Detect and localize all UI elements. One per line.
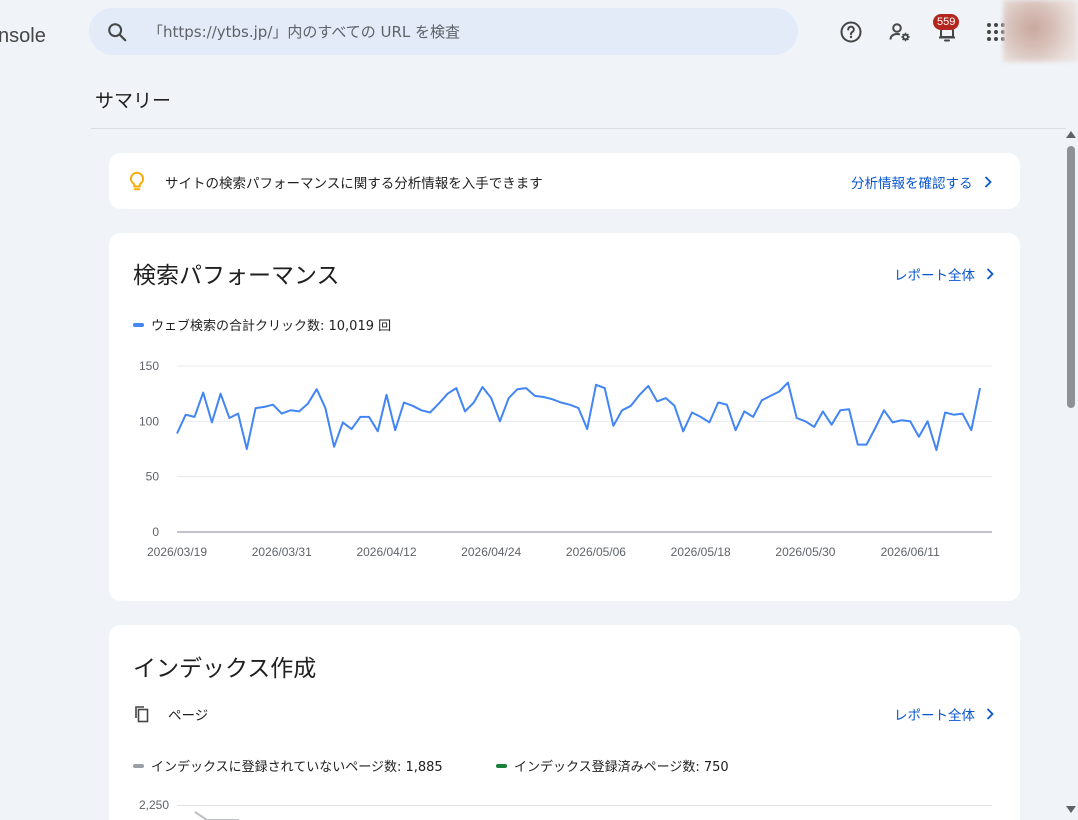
indexed-legend-label[interactable]: インデックス登録済みページ数: 750 [514, 756, 729, 775]
manage-users-icon[interactable] [888, 20, 912, 44]
indexing-card: インデックス作成 ページ レポート全体 インデックスに登録されていないページ数:… [109, 625, 1020, 820]
pages-subheading: ページ [133, 704, 208, 724]
performance-full-report-label[interactable]: レポート全体 [894, 264, 975, 284]
lightbulb-icon [130, 171, 144, 191]
y-tick-label: 0 [152, 525, 159, 539]
chevron-right-icon[interactable] [983, 707, 997, 721]
header-divider [91, 128, 1066, 129]
performance-card-title: 検索パフォーマンス [133, 263, 340, 289]
scroll-down-arrow-icon[interactable] [1066, 806, 1076, 813]
search-input[interactable] [148, 22, 748, 41]
page-title: サマリー [95, 90, 172, 112]
search-performance-card: 検索パフォーマンス レポート全体 ウェブ検索の合計クリック数: 10,019 回… [109, 233, 1020, 601]
view-insights-link[interactable]: 分析情報を確認する [851, 172, 995, 192]
x-tick-label: 2026/05/06 [566, 545, 626, 559]
x-tick-label: 2026/03/19 [147, 545, 207, 559]
help-icon[interactable] [839, 20, 863, 44]
indexing-line-chart: 2,250 [139, 798, 992, 820]
notification-count-badge[interactable]: 559 [933, 14, 960, 30]
view-insights-label[interactable]: 分析情報を確認する [851, 172, 973, 192]
x-tick-label: 2026/04/24 [461, 545, 521, 559]
insights-banner-card: サイトの検索パフォーマンスに関する分析情報を入手できます 分析情報を確認する [109, 153, 1020, 209]
x-tick-label: 2026/05/30 [775, 545, 835, 559]
not-indexed-legend[interactable]: インデックスに登録されていないページ数: 1,885 [133, 756, 443, 775]
account-avatar[interactable] [1003, 0, 1078, 62]
y-tick-label: 50 [146, 470, 160, 484]
indexed-swatch [496, 763, 507, 768]
y-tick-label: 150 [139, 359, 159, 373]
not-indexed-legend-label[interactable]: インデックスに登録されていないページ数: 1,885 [151, 756, 443, 775]
performance-full-report-link[interactable]: レポート全体 [894, 264, 997, 284]
x-tick-label: 2026/06/11 [881, 545, 940, 559]
x-tick-label: 2026/03/31 [252, 545, 312, 559]
app-name[interactable]: nsole [0, 25, 46, 48]
indexing-card-title: インデックス作成 [133, 656, 317, 682]
url-inspection-search[interactable] [89, 8, 798, 55]
chevron-right-icon[interactable] [981, 175, 995, 189]
scroll-up-arrow-icon[interactable] [1066, 131, 1076, 138]
x-tick-label: 2026/04/12 [356, 545, 416, 559]
indexing-full-report-link[interactable]: レポート全体 [894, 704, 997, 724]
clicks-legend-label: ウェブ検索の合計クリック数: 10,019 回 [151, 319, 392, 334]
scrollbar-thumb[interactable] [1067, 146, 1075, 408]
search-icon[interactable] [106, 21, 128, 43]
not-indexed-series-line [194, 811, 239, 820]
insights-message: サイトの検索パフォーマンスに関する分析情報を入手できます [165, 176, 543, 192]
indexed-legend[interactable]: インデックス登録済みページ数: 750 [496, 756, 729, 775]
clicks-series-line [176, 381, 981, 452]
x-tick-label: 2026/05/18 [671, 545, 731, 559]
chevron-right-icon[interactable] [983, 267, 997, 281]
performance-line-chart: 0 50 100 150 2026/03/19 2026/03/31 2026/04/12 2… [139, 359, 992, 559]
pages-copy-icon [135, 706, 149, 723]
pages-label: ページ [168, 708, 209, 724]
indexing-full-report-label[interactable]: レポート全体 [894, 704, 975, 724]
y-tick-label: 100 [139, 414, 159, 428]
performance-legend: ウェブ検索の合計クリック数: 10,019 回 [133, 315, 391, 334]
y-tick-label: 2,250 [139, 798, 169, 812]
clicks-legend-swatch [133, 322, 144, 327]
not-indexed-swatch [133, 763, 144, 768]
